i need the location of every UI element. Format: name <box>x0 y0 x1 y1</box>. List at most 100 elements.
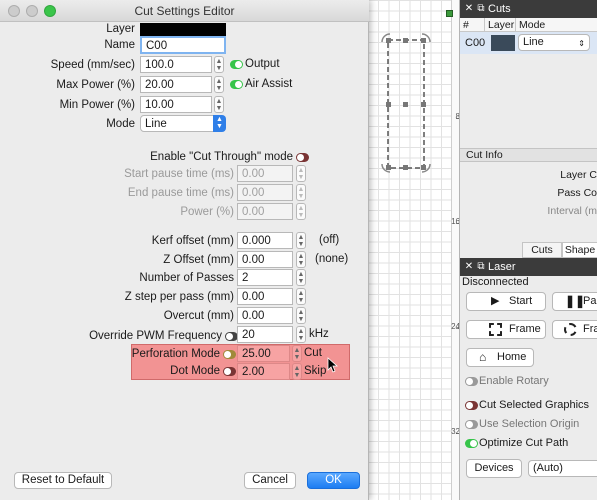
enable-rotary-toggle[interactable] <box>465 377 478 386</box>
start-pause-stepper[interactable]: ▲ ▼ <box>296 165 306 182</box>
z-offset-input[interactable]: 0.00 <box>237 251 293 268</box>
pause-button[interactable]: ❚❚ Pau <box>552 292 597 311</box>
overcut-input[interactable]: 0.00 <box>237 307 293 324</box>
z-step-stepper[interactable]: ▲ ▼ <box>296 288 306 305</box>
frame-circle-button[interactable]: Fra <box>552 320 597 339</box>
col-header-layer: Layer <box>485 18 516 32</box>
kerf-input[interactable]: 0.000 <box>237 232 293 249</box>
ruler-label: 24 <box>451 322 460 331</box>
start-label: Start <box>509 295 533 307</box>
laser-panel: Laser ✕ ⧉ Disconnected ▶ Start ❚❚ Pau Fr… <box>459 258 597 500</box>
dot-mode-suffix: Skip <box>304 365 327 377</box>
kerf-stepper[interactable]: ▲ ▼ <box>296 232 306 249</box>
cancel-button[interactable]: Cancel <box>244 472 296 489</box>
pwm-stepper[interactable]: ▲ ▼ <box>296 326 306 343</box>
frame-button[interactable]: Frame <box>466 320 546 339</box>
overcut-stepper[interactable]: ▲ ▼ <box>296 307 306 324</box>
passes-input[interactable]: 2 <box>237 269 293 286</box>
chevron-updown-icon: ⇕ <box>578 39 585 48</box>
laser-float-icon[interactable]: ⧉ <box>475 261 487 273</box>
info-interval-label: Interval (m <box>547 205 597 217</box>
speed-label: Speed (mm/sec) <box>50 59 135 71</box>
ruler-label: 16 <box>451 217 460 226</box>
dot-mode-stepper[interactable]: ▲ ▼ <box>292 363 302 380</box>
use-selection-origin-toggle[interactable] <box>465 420 478 429</box>
cut-selected-toggle[interactable] <box>465 401 478 410</box>
connection-status: Disconnected <box>462 276 529 288</box>
pwm-input[interactable]: 20 <box>237 326 293 343</box>
home-icon: ⌂ <box>479 350 487 364</box>
through-power-stepper[interactable]: ▲ ▼ <box>296 203 306 220</box>
col-header-number: # <box>460 18 485 32</box>
reset-default-button[interactable]: Reset to Default <box>14 472 112 489</box>
home-label: Home <box>497 351 527 363</box>
start-button[interactable]: ▶ Start <box>466 292 546 311</box>
perforation-toggle[interactable] <box>223 350 236 359</box>
dot-mode-label: Dot Mode <box>170 365 220 377</box>
mode-value: Line <box>523 36 544 48</box>
max-power-input[interactable]: 20.00 <box>140 76 212 93</box>
perforation-stepper[interactable]: ▲ ▼ <box>292 345 302 362</box>
cuts-float-icon[interactable]: ⧉ <box>475 3 487 15</box>
passes-stepper[interactable]: ▲ ▼ <box>296 269 306 286</box>
selected-shape[interactable] <box>376 26 436 181</box>
air-assist-toggle[interactable] <box>230 80 243 89</box>
through-power-label: Power (%) <box>180 206 234 218</box>
mode-select[interactable]: Line <box>140 115 214 132</box>
min-power-stepper[interactable]: ▲ ▼ <box>214 96 224 113</box>
dialog-title: Cut Settings Editor <box>134 4 235 18</box>
name-input[interactable]: C00 <box>140 36 226 54</box>
end-pause-stepper[interactable]: ▲ ▼ <box>296 184 306 201</box>
start-pause-input[interactable]: 0.00 <box>237 165 293 182</box>
z-offset-suffix: (none) <box>315 253 349 265</box>
cut-settings-dialog: Cut Settings Editor Layer Name C00 Speed… <box>0 0 369 500</box>
info-layer-label: Layer C <box>560 169 597 181</box>
pwm-suffix: kHz <box>309 328 329 340</box>
air-assist-label: Air Assist <box>245 78 293 90</box>
passes-label: Number of Passes <box>139 272 234 284</box>
dialog-titlebar: Cut Settings Editor <box>0 0 369 22</box>
col-header-mode: Mode <box>516 18 597 32</box>
ok-button[interactable]: OK <box>307 472 360 489</box>
tab-cuts[interactable]: Cuts <box>522 242 562 258</box>
devices-button[interactable]: Devices <box>466 459 522 478</box>
device-select[interactable]: (Auto) <box>528 460 597 477</box>
use-selection-origin-label: Use Selection Origin <box>479 418 580 430</box>
min-power-label: Min Power (%) <box>59 99 135 111</box>
layer-color-swatch[interactable] <box>140 23 226 37</box>
tab-shape[interactable]: Shape <box>562 242 597 258</box>
speed-input[interactable]: 100.0 <box>140 56 212 73</box>
home-button[interactable]: ⌂ Home <box>466 348 534 367</box>
dot-mode-input[interactable]: 2.00 <box>237 363 290 380</box>
mode-dropdown-icon[interactable]: ▲ ▼ <box>213 115 226 132</box>
speed-stepper[interactable]: ▲ ▼ <box>214 56 224 73</box>
info-pass-label: Pass Co <box>557 187 597 199</box>
z-step-label: Z step per pass (mm) <box>124 291 234 303</box>
output-label: Output <box>245 58 280 70</box>
layer-swatch[interactable] <box>491 35 515 51</box>
cut-selected-label: Cut Selected Graphics <box>479 399 590 411</box>
z-offset-label: Z Offset (mm) <box>163 254 234 266</box>
z-offset-stepper[interactable]: ▲ ▼ <box>296 251 306 268</box>
through-power-input[interactable]: 0.00 <box>237 203 293 220</box>
play-icon: ▶ <box>491 295 500 307</box>
output-toggle[interactable] <box>230 60 243 69</box>
cut-through-toggle[interactable] <box>296 153 309 162</box>
perforation-input[interactable]: 25.00 <box>237 345 290 362</box>
min-power-input[interactable]: 10.00 <box>140 96 212 113</box>
table-row[interactable]: C00 Line ⇕ <box>460 32 597 54</box>
frame-icon <box>489 323 502 336</box>
cuts-close-icon[interactable]: ✕ <box>463 3 475 15</box>
origin-marker-icon <box>446 10 453 17</box>
end-pause-input[interactable]: 0.00 <box>237 184 293 201</box>
mode-select[interactable]: Line ⇕ <box>518 34 590 51</box>
end-pause-label: End pause time (ms) <box>127 187 234 199</box>
pwm-label: Override PWM Frequency <box>89 330 222 342</box>
z-step-input[interactable]: 0.00 <box>237 288 293 305</box>
optimize-cut-path-toggle[interactable] <box>465 439 478 448</box>
kerf-suffix: (off) <box>319 234 340 246</box>
laser-close-icon[interactable]: ✕ <box>463 261 475 273</box>
dot-mode-toggle[interactable] <box>223 367 236 376</box>
max-power-stepper[interactable]: ▲ ▼ <box>214 76 224 93</box>
name-label: Name <box>104 39 135 51</box>
